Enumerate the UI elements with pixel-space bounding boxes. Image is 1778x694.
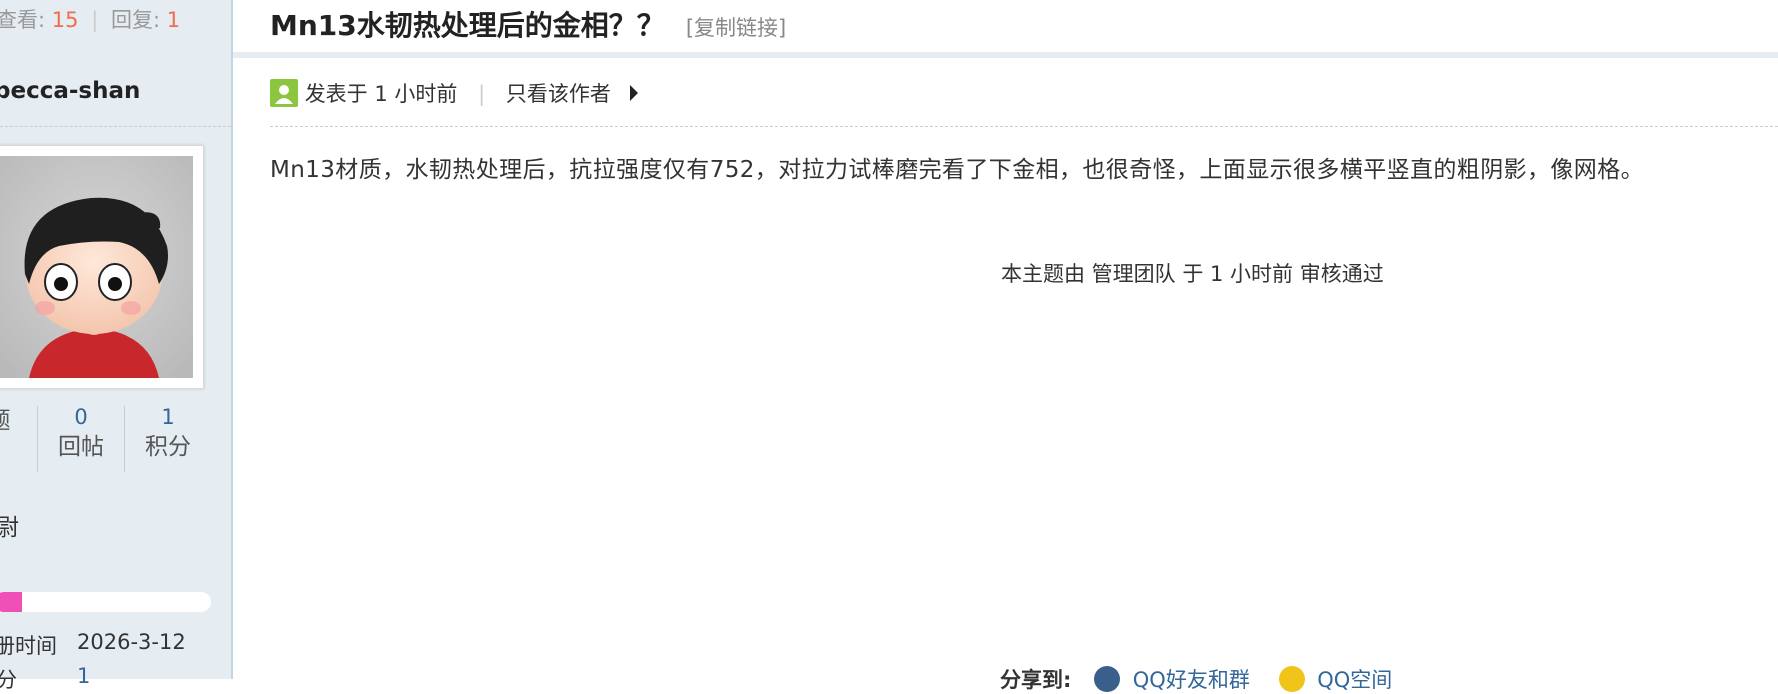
credit-value[interactable]: 1 (77, 664, 90, 688)
page-title: Mn13水韧热处理后的金相？？ (270, 9, 665, 42)
meta-divider (270, 126, 1778, 127)
stat-divider (124, 406, 125, 472)
thread-title-row: Mn13水韧热处理后的金相？？ [复制链接] (270, 4, 786, 44)
share-bar: 分享到: QQ好友和群 QQ空间 (1000, 664, 1414, 694)
arrow-right-icon (629, 85, 638, 101)
sidebar-divider (0, 126, 231, 127)
moderation-notice: 本主题由 管理团队 于 1 小时前 审核通过 (1001, 262, 1384, 286)
copy-link-button[interactable]: [复制链接] (686, 16, 786, 40)
qq-icon (1094, 666, 1121, 692)
replies-count: 1 (166, 8, 181, 32)
credit-label: 分 (0, 668, 17, 692)
rank-text: 尉 (0, 515, 19, 541)
stats-separator: | (91, 8, 99, 32)
avatar[interactable] (0, 145, 204, 389)
views-label: 查看: (0, 8, 46, 32)
thread-stats: 查看: 15 | 回复: 1 (0, 4, 180, 34)
share-qzone[interactable]: QQ空间 (1317, 668, 1392, 692)
stat-divider (37, 406, 38, 472)
register-time-label: 册时间 (0, 634, 57, 658)
author-stats: 题 0 回帖 1 积分 (0, 404, 231, 474)
title-divider (233, 52, 1778, 58)
post-meta: 发表于 1 小时前 | 只看该作者 (270, 78, 638, 109)
stat-points-value: 1 (161, 405, 175, 429)
register-time-value: 2026-3-12 (77, 630, 186, 654)
post-body: Mn13材质，水韧热处理后，抗拉强度仅有752，对拉力试棒磨完看了下金相，也很奇… (270, 157, 1644, 183)
stat-threads[interactable]: 题 (0, 404, 42, 438)
posted-time: 发表于 1 小时前 (304, 82, 458, 106)
stat-replies-value: 0 (74, 405, 88, 429)
level-progress-fill (0, 592, 23, 612)
meta-separator: | (478, 82, 486, 106)
level-progress-bar (0, 592, 211, 612)
only-author-link[interactable]: 只看该作者 (506, 82, 611, 106)
stat-points-label: 积分 (145, 434, 191, 460)
share-label: 分享到: (1000, 668, 1072, 692)
stat-replies-label: 回帖 (58, 434, 104, 460)
stat-threads-label: 题 (0, 404, 42, 438)
stat-points[interactable]: 1 积分 (125, 404, 211, 464)
author-sidebar: 查看: 15 | 回复: 1 becca-shan 0 回帖 1 积分 尉 册时… (0, 0, 233, 692)
author-username[interactable]: becca-shan (0, 78, 140, 104)
views-count: 15 (51, 8, 79, 32)
replies-label: 回复: (110, 8, 161, 32)
share-qq-friends[interactable]: QQ好友和群 (1133, 668, 1250, 692)
online-user-icon (270, 79, 298, 107)
stat-replies[interactable]: 0 回帖 (38, 404, 124, 464)
qzone-icon (1278, 666, 1305, 692)
avatar-icon (0, 156, 193, 378)
